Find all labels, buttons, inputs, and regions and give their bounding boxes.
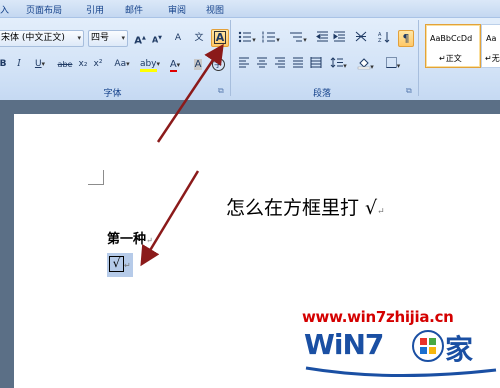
arrow-to-boxed-check — [140, 170, 200, 267]
annotation-arrows — [140, 43, 224, 267]
arrow-to-char-border — [156, 43, 224, 143]
